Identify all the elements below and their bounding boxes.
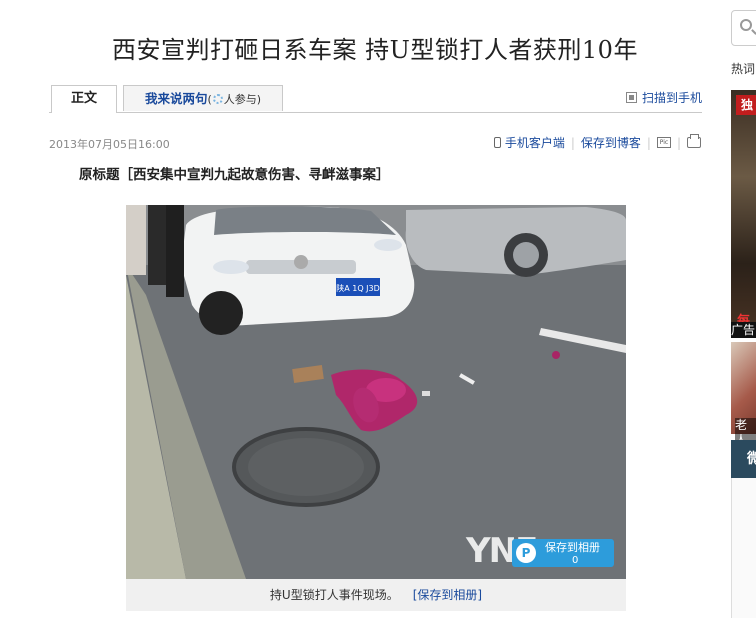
article-tab-bar: 正文 我来说两句( 人参与) 扫描到手机 [49,85,702,113]
article-headline: 西安宣判打砸日系车案 持U型锁打人者获刑10年 [112,36,638,64]
divider: | [646,135,651,150]
save-to-album-link[interactable]: [保存到相册] [413,588,482,602]
tab-comments[interactable]: 我来说两句( 人参与) [123,85,283,111]
album-icon: P [516,543,536,563]
print-icon[interactable] [687,134,701,148]
search-input[interactable] [731,10,756,46]
phone-icon [493,137,501,148]
tab-main-text[interactable]: 正文 [51,85,117,113]
comment-paren: ( [207,93,212,106]
sidebar-ad-2[interactable]: 老人 [731,342,756,448]
save-to-album-button[interactable]: P 保存到相册 0 [512,539,614,567]
ad-badge: 独 [736,95,756,115]
picture-icon[interactable]: Pic [656,137,671,148]
divider: | [676,135,681,150]
sidebar-panel [731,478,756,618]
divider: | [570,135,575,150]
article-figure: 陕A 1Q J3D YNE P 保存到相册 0 持U型锁打人事件现场。 [保存到相… [126,205,626,611]
article-tools: 手机客户端 | 保存到博客 | Pic | [493,134,701,151]
ad-label: 广告 [731,322,756,338]
original-title: 原标题［西安集中宣判九起故意伤害、寻衅滋事案］ [79,167,390,183]
save-to-blog-link[interactable]: 保存到博客 [581,134,641,151]
comment-count-suffix: 人参与) [223,93,262,106]
weibo-panel-header[interactable]: 微 [731,440,756,478]
scan-to-phone-label: 扫描到手机 [641,91,702,105]
save-album-label: 保存到相册 [545,541,600,554]
scene-photo: 陕A 1Q J3D YNE P 保存到相册 0 [126,205,626,579]
article-date: 2013年07月05日16:00 [49,138,170,151]
caption-text: 持U型锁打人事件现场。 [269,588,399,602]
mobile-client-link[interactable]: 手机客户端 [505,134,565,151]
loading-icon [212,94,223,104]
qr-code-icon [625,92,637,103]
license-plate: 陕A 1Q J3D [336,283,380,293]
scan-to-phone-link[interactable]: 扫描到手机 [625,89,702,106]
comment-tab-label: 我来说两句 [144,91,208,106]
search-icon [740,19,752,31]
sidebar-ad[interactable]: 独 每 [731,90,756,338]
save-album-count: 0 [572,555,579,566]
hot-words-label: 热词 [731,62,756,76]
figure-caption: 持U型锁打人事件现场。 [保存到相册] [126,579,626,611]
